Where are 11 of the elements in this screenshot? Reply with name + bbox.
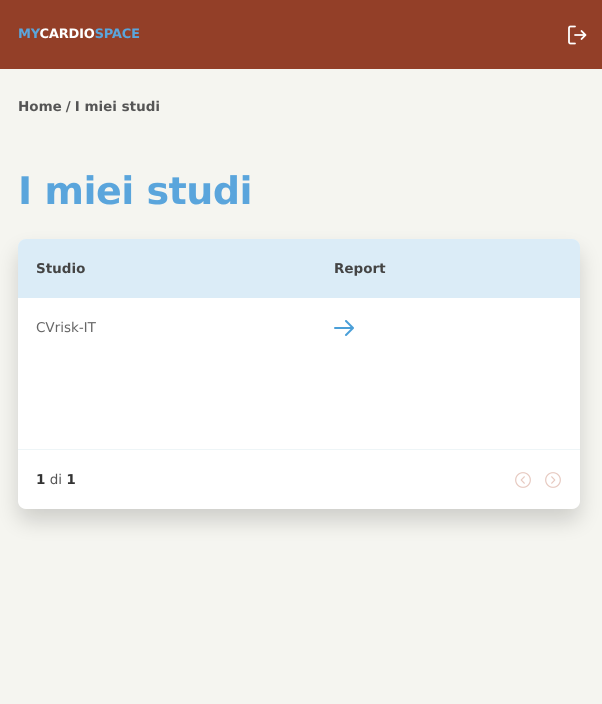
arrow-right-icon[interactable] — [334, 320, 354, 336]
breadcrumb-link[interactable]: Home — [18, 97, 62, 117]
breadcrumb-current: I miei studi — [74, 98, 160, 117]
column-header: Report — [334, 260, 387, 276]
page-count: 1 di 1 — [36, 472, 76, 488]
logo: MYCARDIOSPACE — [18, 27, 140, 42]
page-title: I miei studi — [18, 168, 254, 215]
logout-icon[interactable] — [567, 24, 587, 44]
breadcrumb-separator: / — [66, 98, 71, 117]
column-header: Studio — [36, 260, 86, 276]
study-name: CVrisk-IT — [36, 320, 96, 336]
